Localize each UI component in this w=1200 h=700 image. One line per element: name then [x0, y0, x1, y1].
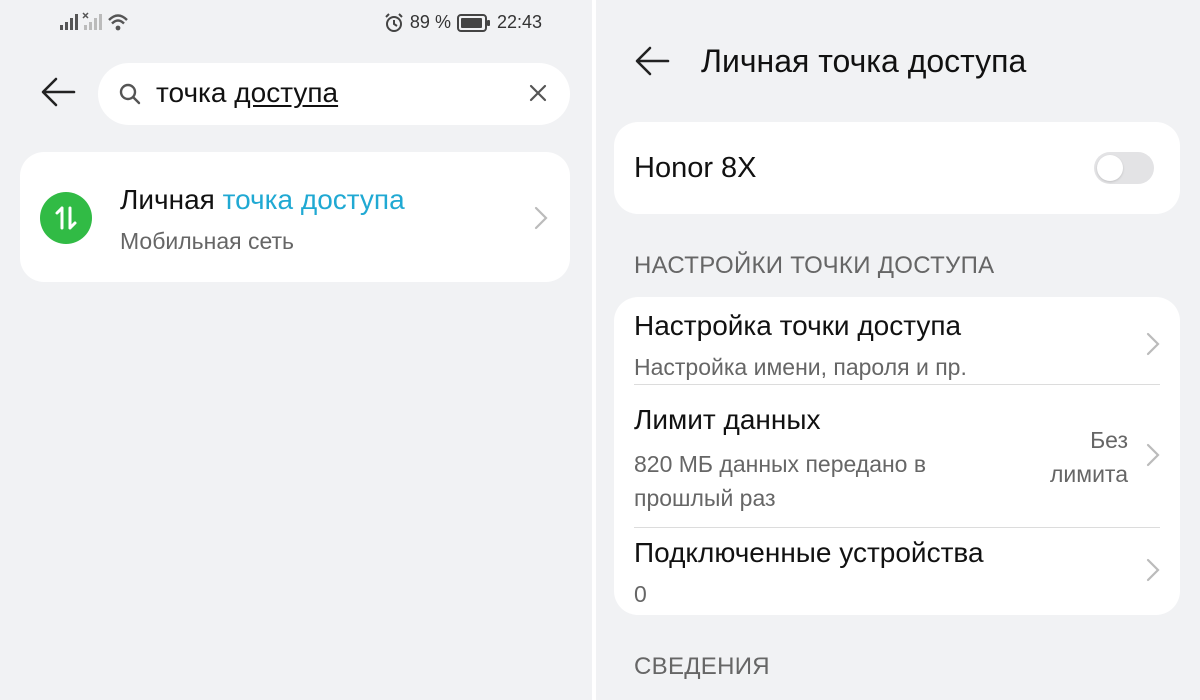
- hotspot-toggle-row[interactable]: Honor 8X: [614, 122, 1180, 214]
- row-value-line1: Без: [1090, 427, 1128, 453]
- row-subtitle-line1: 820 МБ данных передано в: [634, 451, 927, 477]
- search-icon: [119, 83, 141, 105]
- battery-icon: [456, 13, 490, 32]
- clock: 22:43: [496, 12, 542, 32]
- hotspot-screen: Личная точка доступа Honor 8X НАСТРОЙКИ …: [596, 0, 1200, 700]
- chevron-right-icon: [1146, 443, 1160, 467]
- back-arrow-icon: [635, 46, 670, 76]
- clear-icon[interactable]: [528, 83, 548, 103]
- row-connected-devices[interactable]: Подключенные устройства 0: [614, 528, 1180, 615]
- row-subtitle: 0: [634, 581, 647, 607]
- section-header-settings: НАСТРОЙКИ ТОЧКИ ДОСТУПА: [634, 252, 995, 279]
- chevron-right-icon: [1146, 332, 1160, 356]
- back-button-hotspot[interactable]: [634, 45, 670, 82]
- row-value-line2: лимита: [1050, 461, 1128, 487]
- search-input[interactable]: точка доступа: [98, 63, 570, 125]
- back-button[interactable]: [40, 76, 76, 113]
- signal-icon: [60, 12, 128, 31]
- page-title: Личная точка доступа: [701, 43, 1027, 79]
- search-query: точка доступа: [156, 77, 338, 109]
- row-title: Подключенные устройства: [634, 537, 984, 568]
- result-title-plain: Личная: [120, 184, 223, 215]
- result-title-highlight: точка доступа: [222, 184, 405, 215]
- chevron-right-icon: [1146, 558, 1160, 582]
- settings-card: Настройка точки доступа Настройка имени,…: [614, 297, 1180, 615]
- back-arrow-icon: [41, 77, 76, 107]
- row-hotspot-setup[interactable]: Настройка точки доступа Настройка имени,…: [614, 297, 1180, 385]
- result-title: Личная точка доступа: [120, 184, 405, 216]
- row-title: Лимит данных: [634, 404, 821, 435]
- row-subtitle: Настройка имени, пароля и пр.: [634, 354, 967, 380]
- row-subtitle-line2: прошлый раз: [634, 485, 776, 511]
- search-result-hotspot[interactable]: Личная точка доступа Мобильная сеть: [20, 152, 570, 282]
- search-query-part1: точка: [156, 77, 235, 108]
- toggle-knob: [1097, 155, 1123, 181]
- hotspot-arrows-icon: [40, 192, 92, 244]
- section-header-info: СВЕДЕНИЯ: [634, 653, 770, 680]
- row-title: Настройка точки доступа: [634, 310, 962, 341]
- hotspot-toggle[interactable]: [1094, 152, 1154, 184]
- search-query-part2: доступа: [234, 77, 339, 108]
- status-right: 89 % 22:43: [384, 12, 542, 33]
- row-data-limit[interactable]: Лимит данных 820 МБ данных передано в пр…: [614, 385, 1180, 527]
- device-name: Honor 8X: [634, 152, 757, 184]
- signal-icons: [60, 12, 130, 37]
- battery-percent: 89 %: [409, 12, 451, 32]
- search-screen: 89 % 22:43 точка доступа Личная точка до…: [0, 0, 592, 700]
- alarm-icon: [385, 12, 403, 32]
- status-bar: 89 % 22:43: [0, 10, 592, 36]
- result-subtitle: Мобильная сеть: [120, 228, 295, 254]
- chevron-right-icon: [534, 206, 548, 230]
